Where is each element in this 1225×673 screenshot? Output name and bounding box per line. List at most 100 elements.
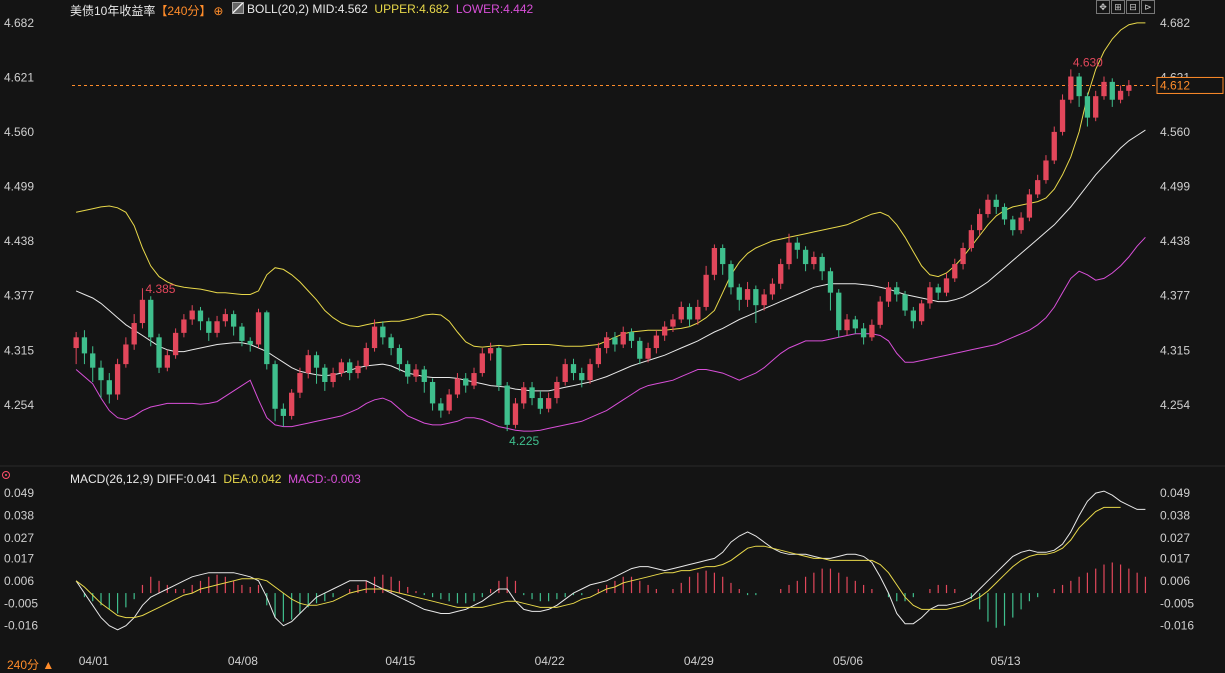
- candle-body: [952, 264, 958, 279]
- candle-body: [1059, 99, 1066, 132]
- zoom-in-icon[interactable]: ⊞: [1111, 0, 1125, 14]
- price-tick-left: 4.560: [4, 125, 34, 139]
- candle-body: [1101, 81, 1107, 97]
- candle-body: [305, 355, 311, 374]
- macd-tick-left: 0.049: [4, 486, 34, 500]
- x-axis-label: 04/22: [535, 654, 565, 668]
- price-tick-right: 4.438: [1160, 234, 1190, 248]
- macd-tick-left: 0.038: [4, 509, 34, 523]
- candle-body: [380, 326, 386, 338]
- price-tick-right: 4.377: [1160, 288, 1190, 302]
- candle-body: [910, 310, 916, 322]
- candle-body: [894, 287, 900, 295]
- candle-body: [653, 335, 660, 349]
- boll-upper-line: [75, 22, 1146, 348]
- macd-tick-right: 0.017: [1160, 551, 1190, 565]
- left-high-annotation: 4.385: [145, 282, 175, 296]
- candle-body: [429, 381, 436, 404]
- price-tick-right: 4.560: [1160, 125, 1190, 139]
- candle-body: [405, 364, 411, 377]
- candle-body: [753, 289, 759, 306]
- candle-body: [545, 398, 552, 409]
- candle-body: [1109, 81, 1115, 100]
- record-icon[interactable]: [2, 471, 10, 479]
- chart-title: 美债10年收益率【240分】 ⊕: [70, 2, 223, 19]
- candle-body: [1010, 219, 1016, 231]
- zoom-out-icon[interactable]: ⊟: [1126, 0, 1140, 14]
- macd-diff: DIFF:0.041: [156, 472, 217, 486]
- candle-body: [918, 303, 925, 322]
- candle-body: [355, 365, 361, 374]
- candle-body: [123, 344, 129, 365]
- candle-body: [280, 408, 287, 416]
- candle-body: [313, 355, 320, 368]
- candle-body: [1117, 90, 1124, 100]
- candle-body: [678, 306, 684, 320]
- candle-body: [1068, 76, 1074, 100]
- macd-value: MACD:-0.003: [288, 472, 361, 486]
- candle-body: [778, 264, 784, 284]
- x-axis-label: 04/01: [79, 654, 109, 668]
- candle-body: [239, 326, 245, 341]
- candle-body: [330, 373, 336, 382]
- candle-body: [230, 314, 237, 327]
- candle-body: [421, 369, 427, 382]
- macd-tick-left: 0.006: [4, 574, 34, 588]
- price-tick-left: 4.499: [4, 179, 34, 193]
- step-icon[interactable]: ⊳: [1141, 0, 1155, 14]
- price-tick-left: 4.254: [4, 398, 34, 412]
- chart-toolbar: ✥ ⊞ ⊟ ⊳: [1096, 0, 1155, 14]
- candle-body: [869, 324, 875, 338]
- candle-body: [264, 312, 270, 365]
- candle-body: [662, 326, 668, 336]
- candle-body: [131, 323, 137, 345]
- candle-body: [819, 256, 825, 272]
- candle-body: [885, 287, 892, 302]
- candle-body: [852, 319, 858, 329]
- candle-body: [902, 294, 908, 311]
- candle-body: [322, 367, 328, 382]
- macd-tick-right: -0.005: [1160, 596, 1194, 610]
- candle-body: [612, 337, 618, 345]
- candle-body: [487, 348, 494, 354]
- price-tick-left: 4.377: [4, 288, 34, 302]
- period-selector[interactable]: 240分 ▲: [7, 656, 54, 673]
- macd-tick-right: 0.038: [1160, 509, 1190, 523]
- macd-diff-line: [75, 490, 1146, 631]
- timeframe-settings-icon[interactable]: ⊕: [213, 4, 223, 18]
- macd-tick-left: -0.016: [4, 619, 38, 633]
- candle-body: [255, 312, 262, 345]
- candle-body: [512, 403, 519, 425]
- candle-body: [711, 248, 718, 275]
- boll-lower: LOWER:4.442: [455, 2, 534, 16]
- candle-body: [1051, 131, 1057, 161]
- current-price-label: 4.612: [1160, 78, 1190, 92]
- move-icon[interactable]: ✥: [1096, 0, 1110, 14]
- x-axis-label: 05/06: [833, 654, 863, 668]
- candle-body: [686, 306, 693, 320]
- candle-body: [1035, 180, 1041, 195]
- candle-body: [181, 319, 187, 333]
- candle-body: [1093, 96, 1099, 118]
- candle-body: [802, 249, 809, 265]
- price-tick-left: 4.682: [4, 16, 34, 30]
- candle-body: [363, 348, 369, 366]
- candle-body: [338, 362, 345, 374]
- candle-body: [222, 314, 229, 322]
- candle-body: [985, 199, 991, 215]
- boll-indicator-icon[interactable]: [232, 2, 244, 14]
- macd-dea: DEA:0.042: [223, 472, 282, 486]
- candle-body: [761, 294, 767, 306]
- candle-body: [1026, 194, 1033, 218]
- candle-body: [396, 348, 403, 365]
- candle-body: [156, 337, 162, 368]
- candle-body: [587, 364, 593, 381]
- candle-body: [786, 242, 792, 265]
- candle-body: [1043, 160, 1049, 181]
- candle-body: [214, 321, 220, 333]
- timeframe-label[interactable]: 【240分】: [155, 4, 211, 18]
- candle-body: [463, 378, 469, 386]
- price-tick-right: 4.315: [1160, 344, 1190, 358]
- candle-body: [844, 319, 850, 331]
- candle-body: [1126, 85, 1132, 91]
